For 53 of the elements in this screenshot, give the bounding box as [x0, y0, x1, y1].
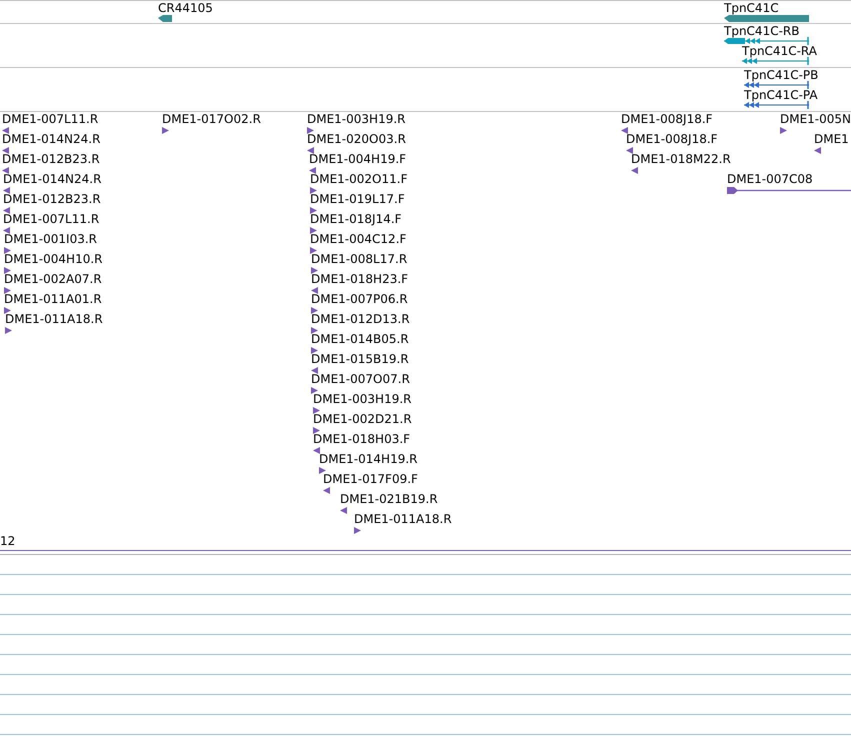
feature-label[interactable]: DME1-007O07.R — [311, 373, 410, 386]
feature-label[interactable]: DME1-018H03.F — [313, 433, 410, 446]
feature-label[interactable]: DME1-007L11.R — [3, 213, 100, 226]
track-footer-label: 12 — [0, 535, 16, 548]
transcript-glyph[interactable] — [744, 81, 809, 89]
feature-label[interactable]: DME1-002D21.R — [313, 413, 412, 426]
feature-label[interactable]: DME1-012B23.R — [3, 193, 101, 206]
feature-label[interactable]: DME1-004C12.F — [310, 233, 406, 246]
feature-label[interactable]: DME1-008L17.R — [311, 253, 408, 266]
feature-label[interactable]: DME1-014B05.R — [311, 333, 409, 346]
feature-label[interactable]: DME1-015B19.R — [311, 353, 409, 366]
feature-label[interactable]: DME1-002A07.R — [4, 273, 102, 286]
feature-label[interactable]: DME1-001I03.R — [4, 233, 98, 246]
feature-label[interactable]: DME1-005N — [780, 113, 851, 126]
feature-label[interactable]: DME1-004H19.F — [309, 153, 406, 166]
feature-label[interactable]: DME1-018H23.F — [311, 273, 408, 286]
feature-label[interactable]: DME1-018J14.F — [310, 213, 402, 226]
feature-label[interactable]: DME1-008J18.F — [626, 133, 718, 146]
transcript-glyph[interactable] — [742, 57, 809, 65]
feature-label[interactable]: DME1 — [814, 133, 849, 146]
feature-label[interactable]: TpnC41C-RA — [742, 45, 817, 58]
gene-glyph[interactable] — [158, 15, 172, 22]
feature-label[interactable]: DME1-020O03.R — [307, 133, 406, 146]
feature-label[interactable]: DME1-012B23.R — [2, 153, 100, 166]
transcript-glyph[interactable] — [724, 37, 809, 45]
feature-label[interactable]: DME1-021B19.R — [340, 493, 438, 506]
feature-label[interactable]: DME1-007P06.R — [311, 293, 408, 306]
feature-label[interactable]: DME1-003H19.R — [313, 393, 412, 406]
feature-label[interactable]: DME1-007C08 — [727, 173, 813, 186]
feature-label[interactable]: DME1-003H19.R — [307, 113, 406, 126]
feature-label[interactable]: DME1-019L17.F — [310, 193, 405, 206]
feature-label[interactable]: DME1-014H19.R — [319, 453, 418, 466]
transcript-glyph[interactable] — [744, 101, 809, 109]
feature-label[interactable]: DME1-018M22.R — [631, 153, 731, 166]
feature-label[interactable]: DME1-012D13.R — [311, 313, 410, 326]
gene-glyph[interactable] — [724, 15, 809, 22]
feature-label[interactable]: DME1-014N24.R — [2, 133, 100, 146]
feature-label[interactable]: DME1-011A18.R — [354, 513, 452, 526]
feature-label[interactable]: TpnC41C-PB — [744, 69, 818, 82]
feature-label[interactable]: DME1-014N24.R — [3, 173, 102, 186]
feature-label[interactable]: DME1-002O11.F — [310, 173, 408, 186]
feature-label[interactable]: TpnC41C-RB — [724, 25, 800, 38]
feature-label[interactable]: DME1-017F09.F — [323, 473, 418, 486]
feature-label[interactable]: TpnC41C-PA — [744, 89, 818, 102]
feature-label[interactable]: TpnC41C — [724, 2, 779, 15]
feature-label[interactable]: CR44105 — [158, 2, 213, 15]
feature-label[interactable]: DME1-011A18.R — [5, 313, 103, 326]
clone-span-glyph[interactable] — [727, 187, 851, 194]
feature-label[interactable]: DME1-007L11.R — [2, 113, 98, 126]
feature-label[interactable]: DME1-004H10.R — [4, 253, 102, 266]
feature-label[interactable]: DME1-008J18.F — [621, 113, 713, 126]
feature-label[interactable]: DME1-017O02.R — [162, 113, 261, 126]
feature-label[interactable]: DME1-011A01.R — [4, 293, 102, 306]
